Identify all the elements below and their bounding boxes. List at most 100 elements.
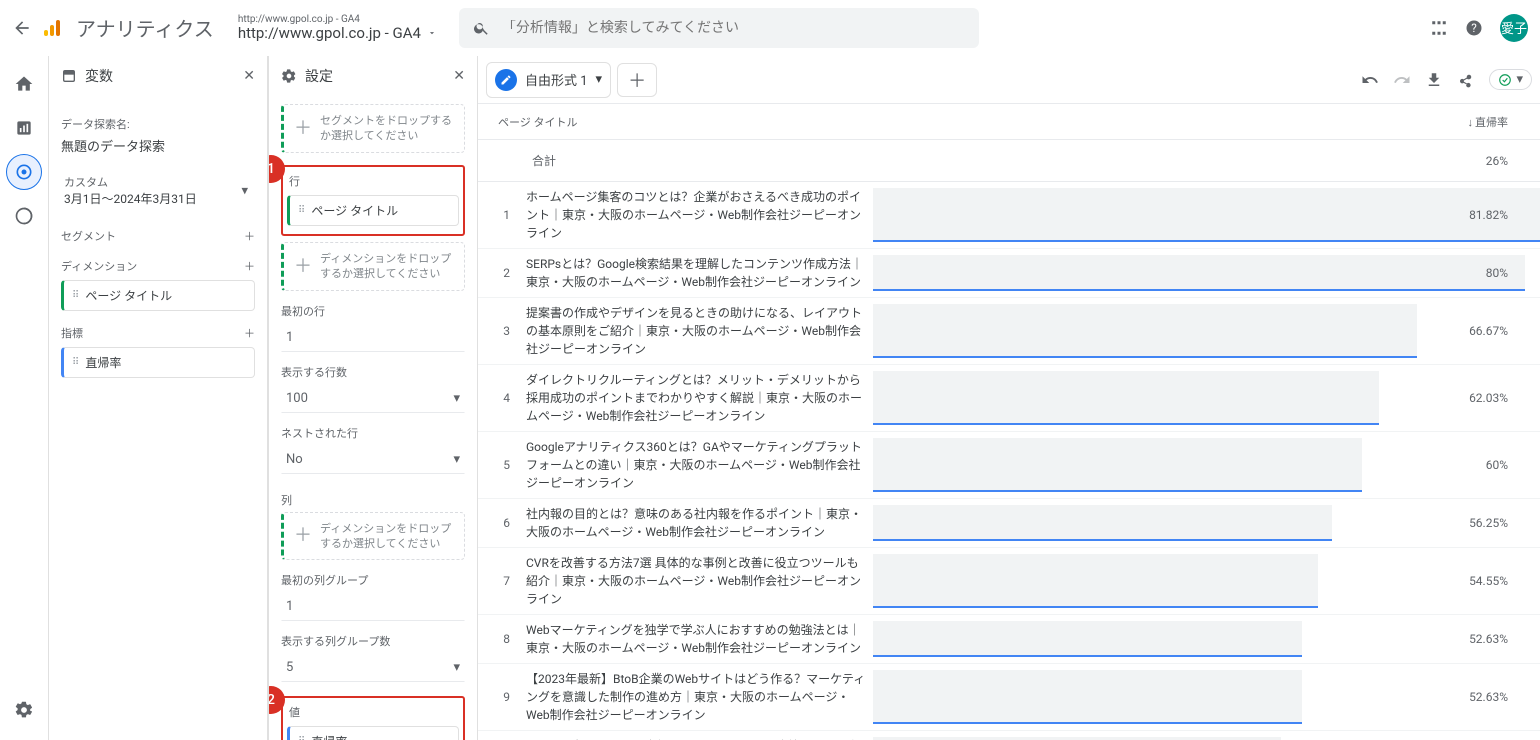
row-bar-cell: 54.55%: [873, 548, 1540, 614]
row-value: 60%: [1486, 458, 1540, 472]
row-index: 5: [478, 432, 518, 498]
table-row[interactable]: 9【2023年最新】BtoB企業のWebサイトはどう作る？マーケティングを意識し…: [478, 664, 1540, 731]
show-colgroup-value: 5: [286, 660, 293, 675]
row-index: 9: [478, 664, 518, 730]
table-row[interactable]: 2SERPsとは？Google検索結果を理解したコンテンツ作成方法｜東京・大阪の…: [478, 249, 1540, 298]
explore-name-label: データ探索名:: [61, 116, 255, 132]
row-bar-cell: 52.63%: [873, 664, 1540, 730]
show-colgroup-select[interactable]: 5▾: [281, 653, 465, 682]
ga-logo-icon: [40, 16, 64, 40]
chevron-down-icon: ▾: [453, 452, 460, 467]
variables-panel: 変数 ✕ データ探索名: 無題のデータ探索 カスタム 3月1日～2024年3月3…: [48, 56, 268, 740]
table-row[interactable]: 7CVRを改善する方法7選 具体的な事例と改善に役立つツールも紹介｜東京・大阪の…: [478, 548, 1540, 615]
tab-freeform-1[interactable]: 自由形式 1 ▾: [486, 62, 611, 98]
table-row[interactable]: 5Googleアナリティクス360とは？GAやマーケティングプラットフォームとの…: [478, 432, 1540, 499]
report-actions: ▾: [1361, 69, 1532, 90]
row-label: 社内報の目的とは？意味のある社内報を作るポイント｜東京・大阪のホームページ・We…: [518, 499, 873, 547]
add-metric-button[interactable]: ＋: [244, 325, 255, 341]
segment-drop-zone[interactable]: ＋セグメントをドロップするか選択してください: [281, 104, 465, 153]
cols-drop-text: ディメンションをドロップするか選択してください: [320, 521, 456, 552]
plus-icon: ＋: [294, 116, 312, 141]
show-colgroup-label: 表示する列グループ数: [281, 633, 465, 649]
table-row[interactable]: 8Webマーケティングを独学で学ぶ人におすすめの勉強法とは｜東京・大阪のホームペ…: [478, 615, 1540, 664]
nav-reports[interactable]: [6, 110, 42, 146]
chevron-down-icon: ▾: [241, 183, 248, 198]
row-bar-cell: 81.82%: [873, 182, 1540, 248]
back-arrow-icon[interactable]: [12, 18, 32, 38]
row-value: 52.63%: [1469, 690, 1540, 704]
table-row[interactable]: 10EFO（入力フォーム最適化）とは？フォームを改善して問い合わせを増やす方法｜…: [478, 731, 1540, 740]
table-row[interactable]: 3提案書の作成やデザインを見るときの助けになる、レイアウトの基本原則をご紹介｜東…: [478, 298, 1540, 365]
show-rows-label: 表示する行数: [281, 364, 465, 380]
first-colgroup-input[interactable]: 1: [281, 592, 465, 621]
row-index: 1: [478, 182, 518, 248]
data-quality-chip[interactable]: ▾: [1489, 69, 1532, 90]
avatar[interactable]: 愛子: [1500, 14, 1528, 42]
row-index: 3: [478, 298, 518, 364]
chevron-down-icon: ▾: [453, 660, 460, 675]
table-row[interactable]: 1ホームページ集客のコツとは？企業がおさえるべき成功のポイント｜東京・大阪のホー…: [478, 182, 1540, 249]
cols-label: 列: [281, 492, 465, 508]
nav-advertising[interactable]: [6, 198, 42, 234]
apps-icon[interactable]: [1430, 19, 1448, 37]
rows-drop-zone[interactable]: ＋ ディメンションをドロップするか選択してください: [281, 242, 465, 291]
nav-settings[interactable]: [6, 692, 42, 728]
rows-drop-text: ディメンションをドロップするか選択してください: [320, 251, 456, 282]
row-bar: [873, 188, 1540, 242]
redo-icon[interactable]: [1393, 71, 1411, 89]
add-dimension-button[interactable]: ＋: [244, 258, 255, 274]
metric-label: 指標: [61, 325, 83, 341]
rows-chip-page-title[interactable]: ⠿ページ タイトル: [287, 195, 459, 226]
values-chip-bounce-rate[interactable]: ⠿直帰率: [287, 726, 459, 740]
nav-home[interactable]: [6, 66, 42, 102]
row-value: 81.82%: [1469, 208, 1540, 222]
explore-name-value[interactable]: 無題のデータ探索: [61, 136, 255, 155]
add-tab-button[interactable]: ＋: [617, 63, 657, 97]
date-range-label: カスタム: [64, 174, 252, 190]
first-row-input[interactable]: 1: [281, 323, 465, 352]
property-selector[interactable]: http://www.gpol.co.jp - GA4 http://www.g…: [238, 14, 437, 42]
download-icon[interactable]: [1425, 71, 1443, 89]
variables-icon: [61, 68, 77, 84]
close-variables-icon[interactable]: ✕: [243, 68, 255, 84]
nested-rows-select[interactable]: No▾: [281, 445, 465, 474]
date-range-picker[interactable]: カスタム 3月1日～2024年3月31日 ▾: [61, 167, 255, 214]
total-value: 26%: [1486, 154, 1540, 168]
column-header-bounce-rate-label: 直帰率: [1475, 116, 1508, 129]
add-segment-button[interactable]: ＋: [244, 228, 255, 244]
cols-drop-zone[interactable]: ＋ディメンションをドロップするか選択してください: [281, 512, 465, 561]
values-callout: 2 値 ⠿直帰率: [281, 696, 465, 740]
metric-chip-label: 直帰率: [85, 354, 121, 371]
row-label: 【2023年最新】BtoB企業のWebサイトはどう作る？マーケティングを意識した…: [518, 664, 873, 730]
chevron-down-icon: ▾: [596, 72, 603, 87]
row-bar-cell: 50%: [873, 731, 1540, 740]
rows-callout: 1 行 ⠿ページ タイトル: [281, 165, 465, 236]
dimension-chip-page-title[interactable]: ⠿ページ タイトル: [61, 280, 255, 311]
svg-text:?: ?: [1471, 21, 1477, 35]
first-colgroup-value: 1: [286, 599, 293, 614]
grip-icon: ⠿: [72, 357, 77, 368]
table-row[interactable]: 6社内報の目的とは？意味のある社内報を作るポイント｜東京・大阪のホームページ・W…: [478, 499, 1540, 548]
undo-icon[interactable]: [1361, 71, 1379, 89]
search-input[interactable]: [502, 20, 965, 36]
plus-icon: ＋: [294, 254, 312, 279]
row-value: 62.03%: [1469, 391, 1540, 405]
app-name: アナリティクス: [76, 13, 214, 42]
nav-explore[interactable]: [6, 154, 42, 190]
row-bar: [873, 438, 1362, 492]
close-settings-icon[interactable]: ✕: [453, 68, 465, 84]
help-icon[interactable]: ?: [1464, 18, 1484, 38]
column-header-bounce-rate[interactable]: ↓直帰率: [1468, 114, 1540, 130]
dimension-chip-label: ページ タイトル: [85, 287, 172, 304]
column-header-page-title[interactable]: ページ タイトル: [478, 114, 888, 130]
settings-title: 設定: [305, 66, 333, 86]
search-box[interactable]: [459, 8, 979, 48]
segment-label: セグメント: [61, 228, 116, 244]
row-index: 10: [478, 731, 518, 740]
topbar-actions: ? 愛子: [1430, 14, 1528, 42]
share-icon[interactable]: [1457, 71, 1475, 89]
metric-chip-bounce-rate[interactable]: ⠿ 直帰率: [61, 347, 255, 378]
table-row[interactable]: 4ダイレクトリクルーティングとは？メリット・デメリットから採用成功のポイントまで…: [478, 365, 1540, 432]
show-rows-select[interactable]: 100▾: [281, 384, 465, 413]
row-value: 54.55%: [1469, 574, 1540, 588]
